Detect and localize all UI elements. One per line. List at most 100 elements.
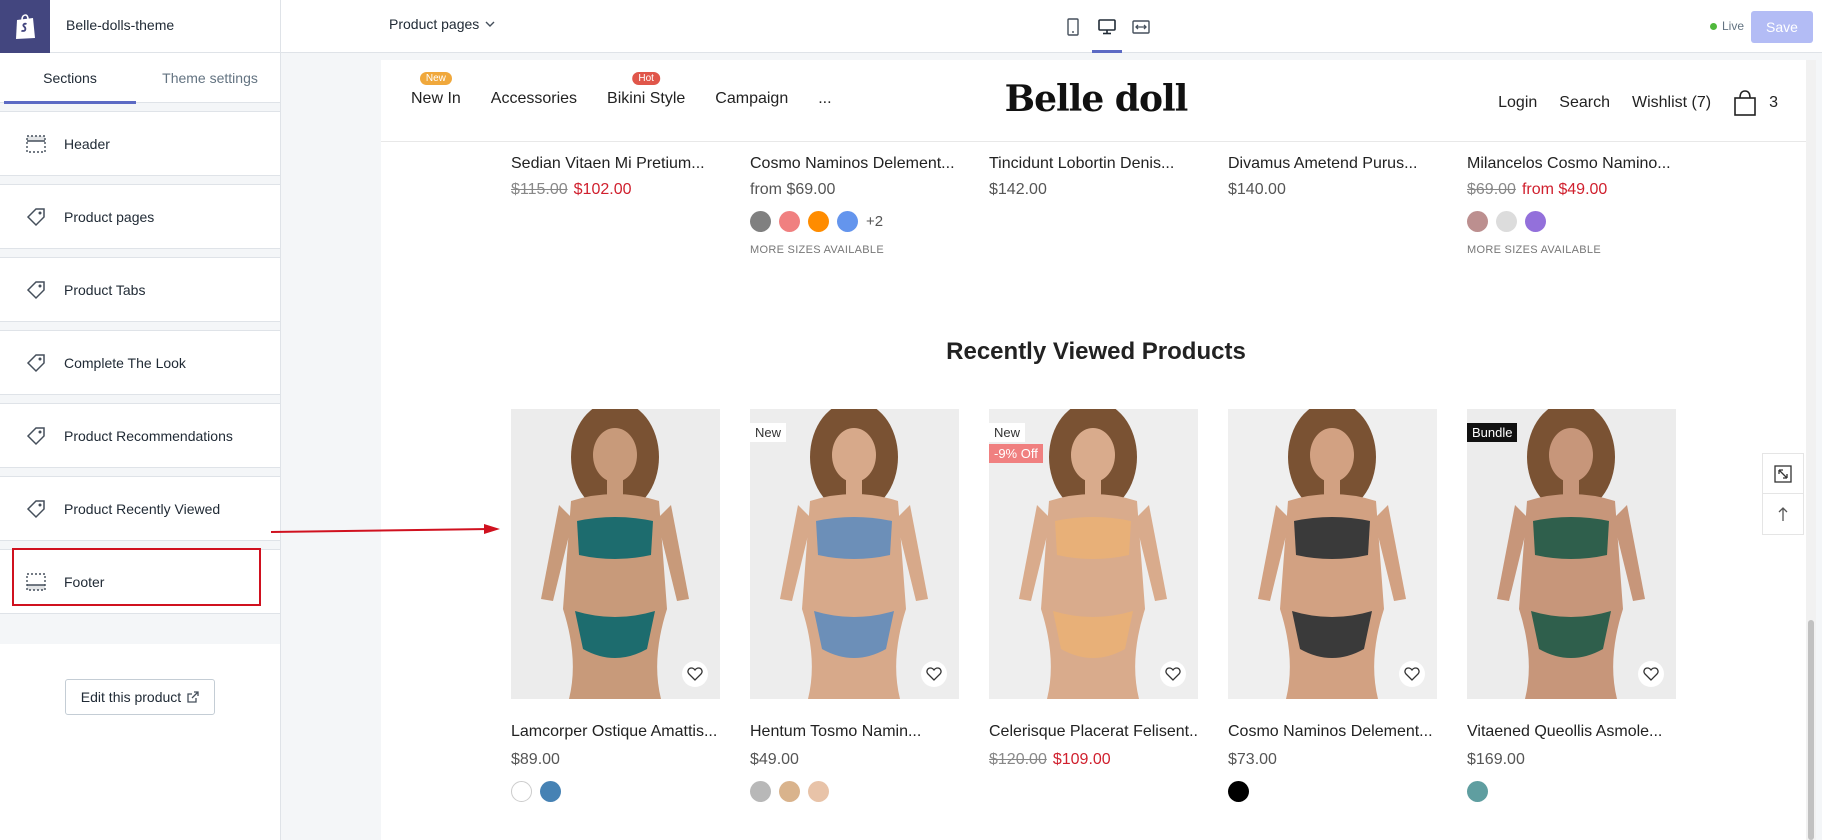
product-name[interactable]: Cosmo Naminos Delement...	[750, 155, 959, 173]
section-product-recently-viewed[interactable]: Product Recently Viewed	[0, 477, 280, 541]
recent-product-card[interactable]: New -9% Off Celerisque Placerat Felisent..…	[989, 409, 1198, 802]
tab-theme-settings[interactable]: Theme settings	[140, 53, 280, 103]
product-image[interactable]: New	[750, 409, 959, 699]
product-name[interactable]: Hentum Tosmo Namin...	[750, 723, 959, 741]
product-card[interactable]: Milancelos Cosmo Namino... $69.00 from $49…	[1467, 155, 1676, 256]
tab-sections[interactable]: Sections	[0, 53, 140, 104]
top-bar: Belle-dolls-theme Product pages Live Sav…	[0, 0, 1822, 53]
section-header[interactable]: Header	[0, 112, 280, 176]
fullwidth-icon	[1132, 19, 1150, 34]
product-name[interactable]: Celerisque Placerat Felisent...	[989, 723, 1198, 741]
color-swatches	[1228, 781, 1437, 802]
recent-product-card[interactable]: Lamcorper Ostique Amattis... $89.00	[511, 409, 720, 802]
account-nav: Login Search Wishlist (7) 3	[1498, 90, 1778, 116]
compare-button[interactable]	[1763, 454, 1803, 494]
more-sizes-note: MORE SIZES AVAILABLE	[750, 244, 884, 256]
nav-item-campaign[interactable]: Campaign	[715, 90, 788, 108]
product-name[interactable]: Cosmo Naminos Delement...	[1228, 723, 1437, 741]
color-swatch[interactable]	[837, 211, 858, 232]
color-swatch[interactable]	[808, 211, 829, 232]
store-header: New New In Accessories Hot Bikini Style …	[381, 60, 1811, 142]
nav-label: Campaign	[715, 90, 789, 107]
color-swatch[interactable]	[779, 781, 800, 802]
scroll-thumb[interactable]	[1808, 620, 1814, 840]
product-price: $120.00 $109.00	[989, 751, 1198, 769]
mobile-view-button[interactable]	[1062, 0, 1084, 53]
wishlist-link[interactable]: Wishlist (7)	[1632, 94, 1711, 112]
search-link[interactable]: Search	[1559, 94, 1610, 112]
color-swatch[interactable]	[750, 211, 771, 232]
color-swatch[interactable]	[511, 781, 532, 802]
shopify-logo[interactable]	[0, 0, 50, 53]
product-card[interactable]: Tincidunt Lobortin Denis... $142.00	[989, 155, 1198, 256]
wishlist-heart-icon[interactable]	[1638, 661, 1664, 687]
more-swatches-count[interactable]: +2	[866, 213, 883, 230]
nav-label: Bikini Style	[607, 90, 686, 107]
recent-product-card[interactable]: New Hentum Tosmo Namin... $49.00	[750, 409, 959, 802]
cart-link[interactable]: 3	[1733, 90, 1778, 116]
color-swatch[interactable]	[1525, 211, 1546, 232]
section-product-recommendations[interactable]: Product Recommendations	[0, 404, 280, 468]
regular-price: $140.00	[1228, 181, 1286, 198]
login-link[interactable]: Login	[1498, 94, 1537, 112]
live-status: Live	[1710, 19, 1744, 33]
color-swatch[interactable]	[750, 781, 771, 802]
product-card[interactable]: Sedian Vitaen Mi Pretium... $115.00 $102.0…	[511, 155, 720, 256]
product-card[interactable]: Cosmo Naminos Delement... from $69.00 +2 MO…	[750, 155, 959, 256]
product-name[interactable]: Milancelos Cosmo Namino...	[1467, 155, 1676, 173]
model-photo	[1497, 409, 1645, 699]
product-image[interactable]: New -9% Off	[989, 409, 1198, 699]
product-price: $69.00 from $49.00	[1467, 181, 1676, 199]
color-swatch[interactable]	[1228, 781, 1249, 802]
product-image[interactable]	[511, 409, 720, 699]
spacer	[0, 103, 280, 112]
section-label: Complete The Look	[64, 354, 186, 371]
desktop-view-button[interactable]	[1092, 0, 1122, 53]
product-name[interactable]: Lamcorper Ostique Amattis...	[511, 723, 720, 741]
section-complete-the-look[interactable]: Complete The Look	[0, 331, 280, 395]
wishlist-heart-icon[interactable]	[921, 661, 947, 687]
edit-product-button[interactable]: Edit this product	[65, 679, 215, 715]
section-footer[interactable]: Footer	[0, 550, 280, 614]
shopify-bag-icon	[16, 13, 35, 39]
wishlist-heart-icon[interactable]	[682, 661, 708, 687]
page-type-select[interactable]: Product pages	[389, 16, 495, 32]
nav-item-bikini-style[interactable]: Hot Bikini Style	[607, 72, 686, 108]
nav-item-new-in[interactable]: New New In	[411, 72, 461, 108]
recent-product-card[interactable]: Cosmo Naminos Delement... $73.00	[1228, 409, 1437, 802]
product-image[interactable]	[1228, 409, 1437, 699]
recent-product-card[interactable]: Bundle Vitaened Queollis Asmole... $169.00	[1467, 409, 1676, 802]
product-name[interactable]: Sedian Vitaen Mi Pretium...	[511, 155, 720, 173]
wishlist-heart-icon[interactable]	[1160, 661, 1186, 687]
nav-item-accessories[interactable]: Accessories	[491, 90, 577, 108]
product-card[interactable]: Divamus Ametend Purus... $140.00	[1228, 155, 1437, 256]
external-link-icon	[187, 691, 199, 703]
product-name[interactable]: Tincidunt Lobortin Denis...	[989, 155, 1198, 173]
section-label: Product pages	[64, 208, 155, 225]
color-swatch[interactable]	[1467, 211, 1488, 232]
color-swatch[interactable]	[1467, 781, 1488, 802]
nav-badge: Hot	[632, 72, 660, 85]
section-product-pages[interactable]: Product pages	[0, 185, 280, 249]
color-swatch[interactable]	[1496, 211, 1517, 232]
edit-product-label: Edit this product	[80, 689, 182, 705]
back-to-top-button[interactable]	[1763, 494, 1803, 534]
page-type-label: Product pages	[389, 16, 480, 32]
preview-scrollbar[interactable]	[1806, 60, 1816, 840]
wishlist-heart-icon[interactable]	[1399, 661, 1425, 687]
nav-item-more[interactable]: ...	[818, 90, 831, 108]
color-swatches	[1467, 781, 1676, 802]
color-swatch[interactable]	[779, 211, 800, 232]
section-product-tabs[interactable]: Product Tabs	[0, 258, 280, 322]
tag-icon	[24, 205, 48, 229]
sale-price: $102.00	[573, 181, 632, 198]
color-swatch[interactable]	[540, 781, 561, 802]
product-name[interactable]: Vitaened Queollis Asmole...	[1467, 723, 1676, 741]
color-swatch[interactable]	[808, 781, 829, 802]
save-button[interactable]: Save	[1751, 11, 1813, 43]
product-price: $89.00	[511, 751, 720, 769]
product-name[interactable]: Divamus Ametend Purus...	[1228, 155, 1437, 173]
fullscreen-view-button[interactable]	[1130, 0, 1152, 53]
expand-icon	[1774, 464, 1792, 483]
product-image[interactable]: Bundle	[1467, 409, 1676, 699]
